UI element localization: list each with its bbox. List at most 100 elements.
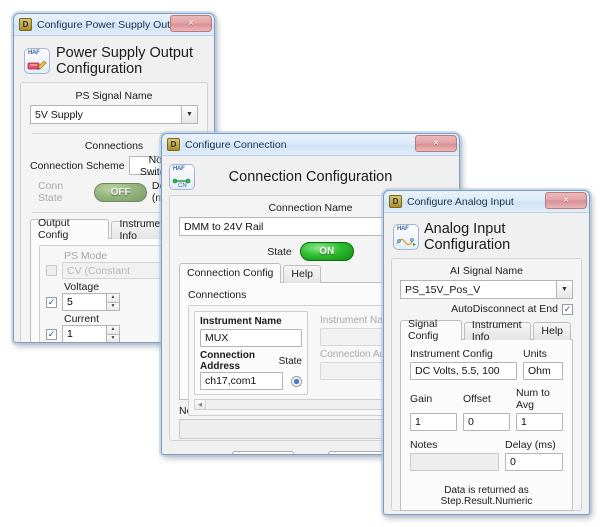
ai-signal-name-combo[interactable]: PS_15V_Pos_V ▼ [400,280,573,299]
scroll-left-icon[interactable]: ◀ [195,400,206,409]
voltage-value[interactable]: 5 [62,293,106,311]
tab-connection-config[interactable]: Connection Config [179,263,282,283]
titlebar-connection[interactable]: D Configure Connection × [162,134,459,156]
voltage-checkbox[interactable]: ✓ [46,296,57,308]
chevron-down-icon[interactable]: ▼ [181,105,198,124]
close-button[interactable]: × [170,15,212,32]
headline-title: Analog Input Configuration [424,221,511,253]
haf-badge: HAF [28,50,40,56]
tab-instrument-info[interactable]: Instrument Info [463,319,532,343]
close-button[interactable]: × [545,192,587,209]
notes-label: Notes [410,439,438,451]
spin-up-icon[interactable]: ▲ [106,325,120,334]
power-supply-app-icon: HAF [24,48,50,74]
offset-input[interactable]: 0 [463,413,510,431]
spin-down-icon[interactable]: ▼ [106,333,120,342]
gain-offset-avg-labels: Gain Offset Num to Avg [410,387,563,411]
units-label: Units [523,348,547,360]
spin-up-icon[interactable]: ▲ [106,293,120,302]
voltage-stepper[interactable]: 5 ▲ ▼ [62,293,120,311]
num-to-avg-label: Num to Avg [516,387,550,411]
haf-badge: HAF [173,166,185,172]
footer-note: Data is returned as Step.Result.Numeric [440,485,533,507]
state-indicator[interactable]: ON [299,242,354,261]
gain-offset-avg-row: 1 0 1 [410,413,563,431]
voltage-spin-buttons[interactable]: ▲ ▼ [106,293,120,311]
notes-delay-row: 0 [410,453,563,471]
power-supply-glyph-svg [27,60,47,70]
tab-output-config[interactable]: Output Config [30,217,110,241]
pencil-icon [27,58,47,72]
connection-node-icon: CN [172,174,192,188]
instrument-config-label: Instrument Config [410,348,493,360]
autodisconnect-checkbox[interactable]: ✓ [562,303,573,315]
headline-analog-input: HAF Analog Input Configuration [391,219,582,258]
tab-help[interactable]: Help [283,265,321,283]
window-body-analog-input: HAF Analog Input Configuration AI Signal… [384,213,589,514]
connection-glyph-svg: CN [172,178,191,188]
analog-input-glyph-svg [396,237,416,246]
screenshot-stage: D Configure Power Supply Output × HAF Po… [0,0,600,527]
tab-signal-config[interactable]: Signal Config [400,318,462,342]
window-title: Configure Power Supply Output [37,18,185,31]
gain-input[interactable]: 1 [410,413,457,431]
analog-input-tabs[interactable]: Signal Config Instrument Info Help [400,318,573,343]
ps-signal-name-value[interactable]: 5V Supply [30,105,181,124]
instrument-config-row: DC Volts, 5.5, 100 Ohm [410,362,563,380]
conn-state-label: Conn State [38,180,64,204]
current-value[interactable]: 1 [62,325,106,342]
window-icon: D [389,195,402,208]
titlebar-power-supply[interactable]: D Configure Power Supply Output × [14,14,214,36]
autodisconnect-label: AutoDisconnect at End [451,303,558,315]
headline-title: Connection Configuration [228,169,393,185]
units-input[interactable]: Ohm [523,362,563,380]
ai-signal-name-value[interactable]: PS_15V_Pos_V [400,280,556,299]
conn-state-indicator[interactable]: OFF [94,182,147,202]
analog-input-app-icon: HAF [393,224,419,250]
ps-signal-name-label: PS Signal Name [75,90,153,102]
instrument-config-labels: Instrument Config Units [410,348,563,360]
ai-signal-name-label: AI Signal Name [450,265,523,277]
instrument-name-label: Instrument Name [200,316,282,327]
window-icon: D [167,138,180,151]
cancel-button[interactable]: Cancel [327,451,390,454]
autodisconnect-row: AutoDisconnect at End ✓ [400,303,573,315]
offset-label: Offset [463,393,491,405]
connection-scheme-label: Connection Scheme [30,159,125,172]
window-icon: D [19,18,32,31]
ps-mode-checkbox[interactable] [46,265,57,276]
window-title: Configure Analog Input [407,195,514,208]
chevron-down-icon[interactable]: ▼ [556,280,573,299]
connection-address-input[interactable]: ch17,com1 [200,372,283,390]
close-button[interactable]: × [415,135,457,152]
instrument-config-input[interactable]: DC Volts, 5.5, 100 [410,362,517,380]
connection-state-radio[interactable] [291,375,302,387]
signal-config-pane: Instrument Config Units DC Volts, 5.5, 1… [400,339,573,511]
analog-input-main-panel: AI Signal Name PS_15V_Pos_V ▼ AutoDiscon… [391,258,582,511]
current-stepper[interactable]: 1 ▲ ▼ [62,325,120,342]
svg-text:CN: CN [178,183,187,188]
current-spin-buttons[interactable]: ▲ ▼ [106,325,120,342]
address-state-labels: Connection Address State [200,350,302,372]
tab-help[interactable]: Help [533,322,571,340]
address-state-row: ch17,com1 [200,372,302,390]
haf-badge: HAF [397,226,409,232]
state-label: State [267,245,292,258]
ps-mode-value[interactable]: CV (Constant [62,262,165,279]
window-configure-analog-input[interactable]: D Configure Analog Input × HAF Analog In… [383,190,590,515]
window-title: Configure Connection [185,138,287,151]
delay-input[interactable]: 0 [505,453,563,471]
ps-signal-name-combo[interactable]: 5V Supply ▼ [30,105,198,124]
ok-button[interactable]: OK [231,451,294,454]
gain-label: Gain [410,393,433,405]
notes-input[interactable] [410,453,499,471]
delay-label: Delay (ms) [505,439,556,451]
current-checkbox[interactable]: ✓ [46,328,57,340]
titlebar-analog-input[interactable]: D Configure Analog Input × [384,191,589,213]
spin-down-icon[interactable]: ▼ [106,301,120,311]
connection-app-icon: HAF CN [169,164,195,190]
connection-address-label: Connection Address [200,350,255,372]
num-to-avg-input[interactable]: 1 [516,413,563,431]
instrument-name-input[interactable]: MUX [200,329,302,347]
state-column-label: State [278,355,302,367]
